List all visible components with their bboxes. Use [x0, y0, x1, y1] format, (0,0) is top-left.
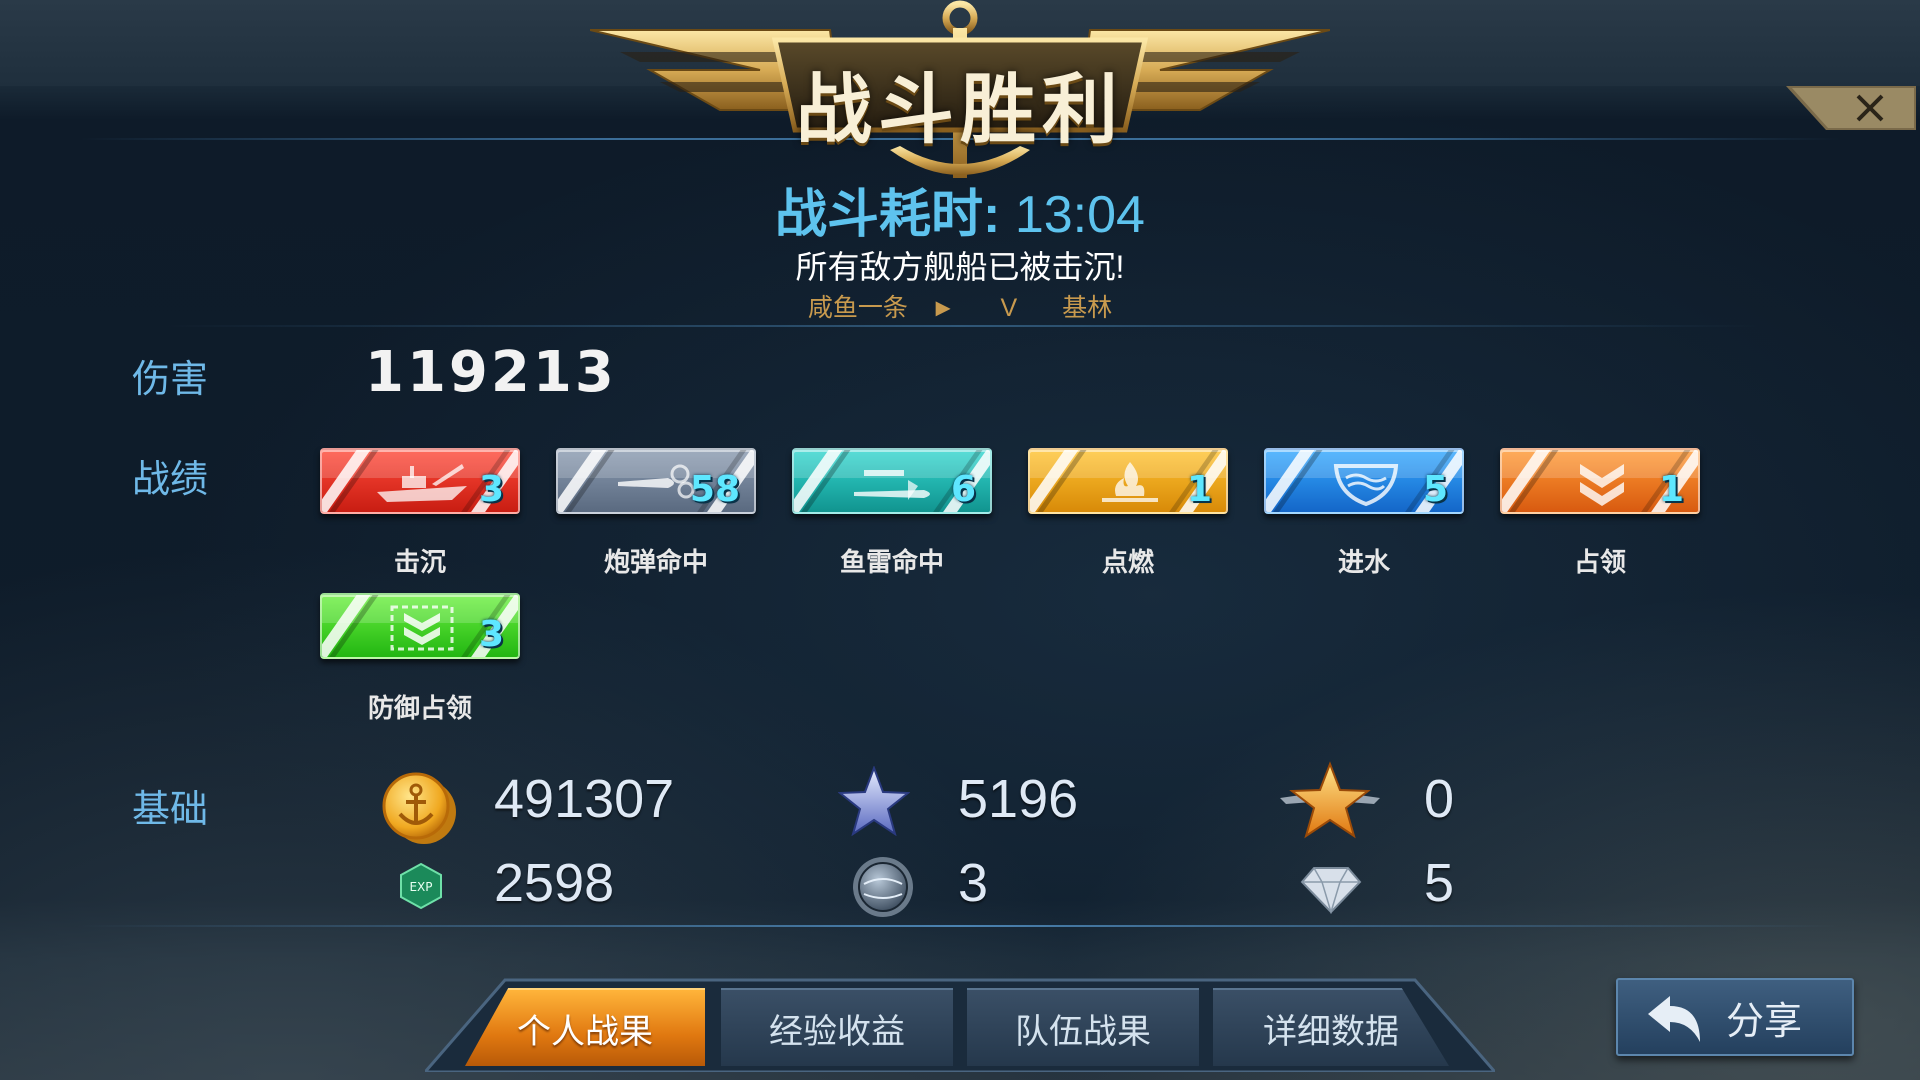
badge-torpedo-hits[interactable]: 6: [792, 448, 992, 514]
gold-star-value: 0: [1424, 769, 1455, 829]
badge-label: 炮弹命中: [603, 547, 708, 577]
opponent-name: 基林: [1062, 294, 1113, 322]
tab-team-results[interactable]: 队伍战果: [967, 988, 1199, 1066]
silver-star-icon: [838, 766, 910, 836]
anchor-coin-icon: [382, 772, 456, 844]
globe-icon: [853, 857, 913, 917]
badge-count: 1: [1658, 469, 1684, 510]
badge-label: 防御占领: [367, 693, 472, 723]
exp-value: 2598: [494, 853, 615, 913]
badge-flood[interactable]: 5: [1264, 448, 1464, 514]
badge-defend-capture[interactable]: 3: [320, 593, 520, 659]
badge-count: 5: [1422, 469, 1448, 510]
diamond-value: 5: [1424, 853, 1455, 913]
damage-label: 伤害: [132, 359, 209, 401]
close-button[interactable]: [1786, 86, 1916, 130]
share-arrow-icon: [1648, 996, 1700, 1042]
damage-value: 119213: [365, 340, 617, 405]
result-tabs: 个人战果 经验收益 队伍战果 详细数据: [425, 976, 1495, 1072]
tab-exp-earnings[interactable]: 经验收益: [721, 988, 953, 1066]
players-line: 咸鱼一条 ► V 基林: [0, 288, 1920, 324]
panel-divider: [80, 925, 1840, 927]
versus-label: V: [1000, 294, 1018, 322]
coins-value: 491307: [494, 769, 675, 829]
globe-value: 3: [958, 853, 989, 913]
badge-label: 进水: [1337, 547, 1390, 577]
player-name: 咸鱼一条: [807, 294, 908, 322]
defend-capture-icon: [390, 605, 454, 651]
flood-icon: [1333, 464, 1399, 507]
ship-icon: [377, 464, 467, 502]
gold-winged-star-icon: [1280, 761, 1380, 839]
badge-count: 3: [478, 469, 504, 510]
duration-label: 战斗耗时:: [775, 186, 1001, 244]
badge-label: 点燃: [1101, 547, 1154, 577]
badge-count: 3: [478, 614, 504, 655]
share-label: 分享: [1725, 1000, 1802, 1043]
battle-duration: 战斗耗时: 13:04: [0, 172, 1920, 247]
badge-label: 鱼雷命中: [839, 547, 944, 577]
svg-text:EXP: EXP: [409, 880, 432, 894]
fire-icon: [1102, 462, 1158, 502]
share-button[interactable]: 分享: [1616, 978, 1854, 1056]
badge-count: 1: [1186, 469, 1212, 510]
diamond-icon: [1300, 867, 1362, 914]
badge-shell-hits[interactable]: 58: [556, 448, 756, 514]
capture-icon: [1580, 464, 1624, 506]
base-label: 基础: [132, 789, 209, 831]
section-divider: [160, 325, 1760, 327]
badge-label: 占领: [1573, 547, 1626, 577]
badge-count: 58: [689, 469, 740, 510]
badge-sink[interactable]: 3: [320, 448, 520, 514]
badge-capture[interactable]: 1: [1500, 448, 1700, 514]
victory-title: 战斗胜利: [796, 65, 1124, 154]
exp-icon: EXP: [400, 862, 442, 910]
play-arrow-icon: ►: [930, 294, 956, 322]
badge-fire[interactable]: 1: [1028, 448, 1228, 514]
torpedo-icon: [854, 470, 930, 500]
result-subtitle: 所有敌方舰船已被击沉!: [795, 249, 1125, 285]
badge-label: 击沉: [393, 547, 446, 577]
star-points-value: 5196: [958, 769, 1079, 829]
badge-count: 6: [950, 469, 976, 510]
achievements-label: 战绩: [132, 459, 209, 501]
duration-value: 13:04: [1014, 186, 1145, 244]
